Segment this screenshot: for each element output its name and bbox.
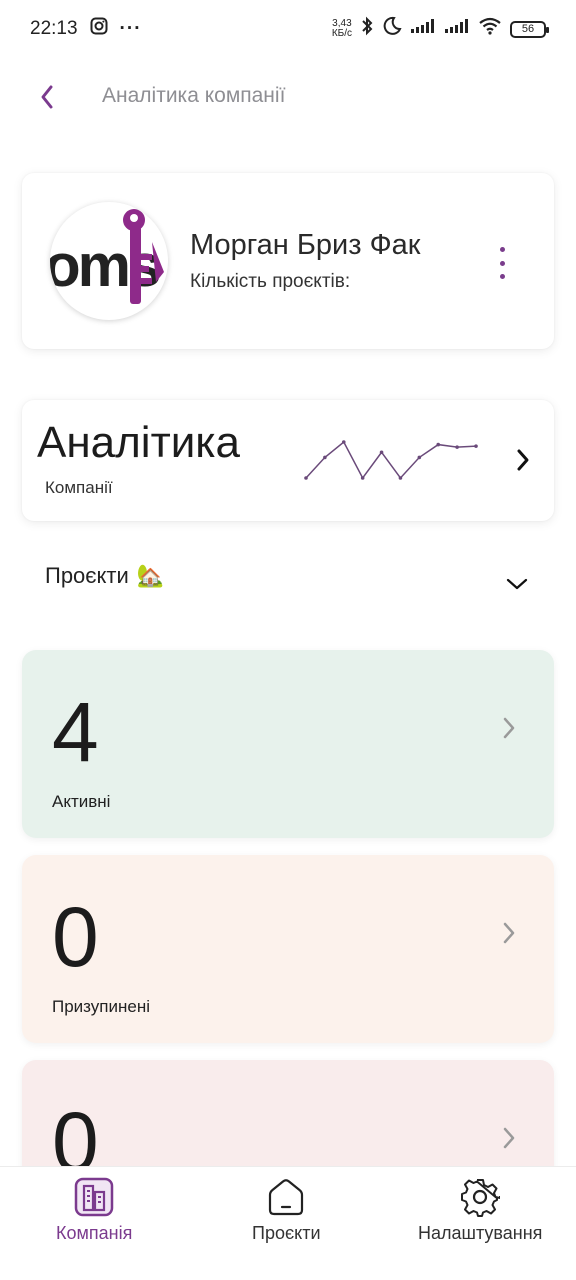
buildings-icon: [74, 1177, 114, 1217]
stat-card-paused[interactable]: 0 Призупинені: [22, 855, 554, 1043]
moon-icon: [382, 16, 402, 42]
home-icon: [269, 1179, 304, 1216]
app-header: Аналітика компанії: [0, 62, 576, 132]
sparkline-point: [304, 476, 308, 480]
status-time: 22:13: [30, 18, 78, 39]
network-speed: 3,43 КБ/с: [331, 18, 352, 39]
more-options-icon[interactable]: [490, 243, 514, 283]
page-title: Аналітика компанії: [102, 84, 286, 107]
nav-item-settings[interactable]: Налаштування: [418, 1177, 542, 1244]
sparkline-line: [305, 440, 477, 480]
chevron-down-icon[interactable]: [505, 576, 529, 597]
bottom-navigation: Компанія Проєкти Налаштування: [0, 1166, 576, 1280]
bluetooth-icon: [360, 16, 374, 42]
sparkline-point: [360, 476, 365, 480]
signal-icon: [410, 18, 436, 40]
projects-count-label: Кількість проєктів:: [190, 271, 351, 292]
nav-item-company[interactable]: Компанія: [56, 1177, 132, 1244]
sparkline-point: [379, 450, 384, 455]
chevron-right-icon: [502, 716, 516, 745]
more-notifications-icon: ···: [119, 18, 142, 39]
projects-section-title: Проєкти 🏡: [45, 563, 164, 589]
company-logo: oms: [50, 202, 168, 320]
stat-value: 0: [52, 890, 99, 984]
wifi-icon: [478, 17, 502, 41]
company-logo-text: oms: [50, 232, 159, 299]
stat-label: Призупинені: [52, 997, 150, 1016]
chevron-right-icon: [516, 448, 530, 477]
gear-icon: [461, 1179, 501, 1217]
company-card[interactable]: oms Морган Бриз Фак Кількість проєктів:: [22, 173, 554, 349]
sparkline-point: [341, 440, 346, 444]
projects-title-text: Проєкти: [45, 563, 129, 588]
stat-label: Активні: [52, 792, 111, 811]
analytics-sparkline: [304, 440, 478, 480]
sparkline-point: [398, 476, 403, 480]
company-name: Морган Бриз Фак: [190, 229, 421, 261]
sparkline-point: [474, 444, 478, 448]
sparkline-point: [417, 455, 422, 460]
analytics-title: Аналітика: [37, 418, 240, 467]
battery-icon: 56: [510, 20, 549, 38]
instagram-icon: [90, 17, 108, 41]
stat-card-active[interactable]: 4 Активні: [22, 650, 554, 838]
sparkline-point: [436, 442, 441, 447]
house-emoji: 🏡: [136, 563, 165, 588]
signal-icon-2: [444, 18, 470, 40]
nav-label-projects: Проєкти: [252, 1223, 321, 1243]
stat-value: 4: [52, 685, 99, 779]
chevron-right-icon: [502, 921, 516, 950]
chevron-left-icon: [41, 85, 53, 109]
nav-label-settings: Налаштування: [418, 1223, 543, 1243]
nav-label-company: Компанія: [56, 1223, 133, 1243]
back-button[interactable]: [30, 76, 64, 118]
chevron-right-icon: [502, 1126, 516, 1155]
analytics-card[interactable]: Аналітика Компанії: [22, 400, 554, 521]
analytics-subtitle: Компанії: [45, 478, 113, 497]
sparkline-point: [455, 445, 459, 449]
sparkline-point: [323, 455, 327, 460]
status-bar: 22:13 ··· 3,43 КБ/с 56: [0, 0, 576, 58]
nav-item-projects[interactable]: Проєкти: [252, 1177, 321, 1244]
